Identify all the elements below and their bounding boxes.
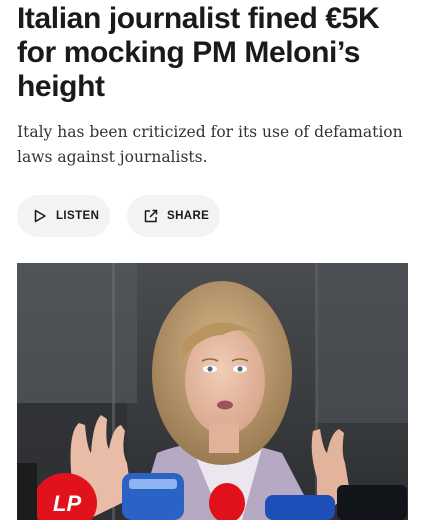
microphone-logo-lp: LP bbox=[53, 491, 81, 516]
article-photo: LP bbox=[17, 263, 408, 520]
photo-illustration: LP bbox=[17, 263, 408, 520]
listen-label: LISTEN bbox=[56, 210, 100, 222]
play-outline-icon bbox=[32, 208, 48, 224]
share-external-icon bbox=[143, 208, 159, 224]
article-subheadline: Italy has been criticized for its use of… bbox=[17, 123, 403, 166]
share-label: SHARE bbox=[167, 210, 210, 222]
share-button[interactable]: SHARE bbox=[127, 195, 220, 237]
article-headline: Italian journalist fined €5K for mocking… bbox=[17, 2, 380, 103]
article-actions: LISTEN SHARE bbox=[17, 195, 220, 237]
listen-button[interactable]: LISTEN bbox=[17, 195, 110, 237]
